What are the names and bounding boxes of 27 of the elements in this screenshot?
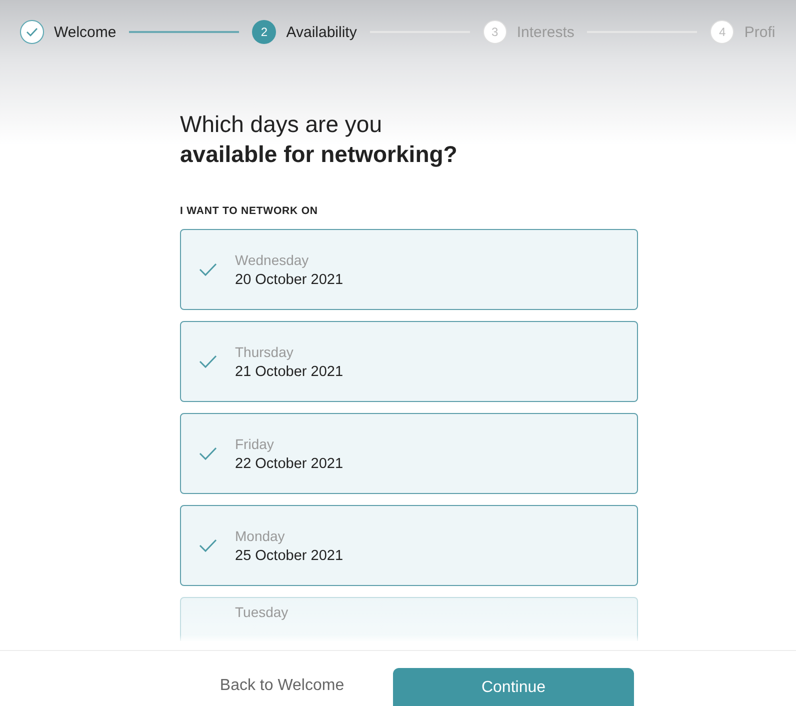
heading: Which days are you [180, 110, 383, 139]
check-icon [199, 355, 217, 368]
check-icon [199, 447, 217, 460]
step-label[interactable]: Welcome [54, 24, 116, 40]
date: 22 October 2021 [235, 456, 344, 472]
day-option[interactable]: Friday 22 October 2021 [180, 413, 638, 494]
day-option[interactable]: Thursday 21 October 2021 [180, 321, 638, 402]
check-icon [199, 263, 217, 276]
weekday: Thursday [235, 344, 294, 360]
section-label: I WANT TO NETWORK ON [180, 205, 319, 217]
heading: available for networking? [180, 140, 458, 169]
date: 25 October 2021 [235, 548, 344, 564]
date: 21 October 2021 [235, 364, 344, 380]
back-button[interactable]: Back to Welcome [192, 668, 372, 704]
weekday: Wednesday [235, 252, 310, 268]
weekday: Tuesday [235, 604, 288, 621]
check-icon [26, 27, 38, 37]
step-number: 2 [252, 20, 276, 44]
check-icon [199, 539, 217, 552]
weekday: Friday [235, 436, 275, 452]
weekday: Monday [235, 528, 286, 544]
day-option[interactable]: Monday 25 October 2021 [180, 505, 638, 586]
step-number: 4 [710, 20, 734, 44]
step-label[interactable]: Availability [286, 24, 357, 40]
date: 20 October 2021 [235, 272, 344, 288]
day-option[interactable]: Wednesday 20 October 2021 [180, 229, 638, 310]
step-number: 3 [482, 20, 507, 44]
